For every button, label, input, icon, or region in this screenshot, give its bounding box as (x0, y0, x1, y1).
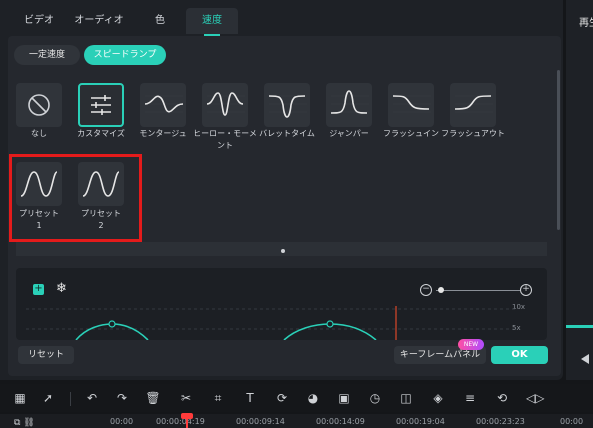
undo-icon[interactable]: ↶ (84, 390, 100, 406)
mask-icon[interactable]: ◈ (430, 390, 446, 406)
track-tools-icon[interactable]: ⧉ ⛓ (14, 418, 35, 428)
zoom-slider-knob[interactable] (438, 287, 444, 293)
redo-icon[interactable]: ↷ (114, 390, 130, 406)
speed-icon[interactable]: ⟲ (494, 390, 510, 406)
preset-bullet-time-label: バレットタイム (259, 129, 315, 138)
select-tool-icon[interactable]: ➚ (40, 390, 56, 406)
crop-icon[interactable]: ⌗ (210, 390, 226, 406)
freeze-frame-icon[interactable]: ❄ (56, 281, 67, 296)
timer-icon[interactable]: ◷ (367, 390, 383, 406)
timecode: 00:00:23:23 (476, 417, 525, 426)
split-icon[interactable]: ✂ (178, 390, 194, 406)
color-palette-icon[interactable]: ◕ (305, 390, 321, 406)
jumper-curve-icon (330, 90, 369, 114)
text-icon[interactable]: T (242, 390, 258, 406)
adjust-icon[interactable]: ≡ (462, 390, 478, 406)
preset-flash-out[interactable] (450, 83, 496, 127)
annotation-highlight-box (9, 154, 142, 242)
preset-montage[interactable] (140, 83, 186, 127)
subtab-constant-speed[interactable]: 一定速度 (14, 45, 80, 65)
timecode: 00:00:09:14 (236, 417, 285, 426)
tab-color[interactable]: 色 (140, 8, 180, 34)
none-icon (28, 94, 50, 116)
delete-icon[interactable]: 🗑 (145, 390, 161, 406)
hero-moment-curve-icon (206, 92, 245, 116)
freeze-icon[interactable]: ◫ (398, 390, 414, 406)
timecode: 00:00 (110, 417, 134, 426)
preset-customize-label: カスタマイズ (77, 129, 125, 138)
preset-hero-moment[interactable] (202, 83, 248, 127)
add-keyframe-icon[interactable]: + (33, 284, 44, 295)
ok-button[interactable]: OK (491, 346, 548, 364)
new-badge: NEW (458, 339, 484, 350)
preset-flash-in-label: フラッシュイン (383, 129, 439, 138)
timecode: 00:00:19:04 (396, 417, 445, 426)
sliders-icon (91, 95, 111, 115)
zoom-in-icon[interactable]: + (520, 284, 532, 296)
preset-none-label: なし (31, 129, 47, 138)
timecode: 00:00:14:09 (316, 417, 365, 426)
preset-jumper-label: ジャンパー (329, 129, 369, 138)
tab-audio[interactable]: オーディオ (70, 8, 128, 34)
zoom-slider-track[interactable] (436, 290, 520, 291)
subtab-speed-ramp[interactable]: スピードランプ (84, 45, 166, 65)
reset-button[interactable]: リセット (18, 346, 74, 364)
presets-scrollbar[interactable] (557, 70, 560, 230)
playhead[interactable] (186, 414, 188, 428)
preset-bullet-time[interactable] (264, 83, 310, 127)
rotate-icon[interactable]: ⟳ (274, 390, 290, 406)
player-panel-title: 再生 (579, 18, 593, 29)
preset-flash-out-label: フラッシュアウト (441, 129, 505, 138)
bullet-time-curve-icon (268, 95, 307, 118)
player-scrubber[interactable] (566, 325, 593, 328)
speed-curve-graph[interactable] (16, 300, 547, 340)
screen-icon[interactable]: ▣ (336, 390, 352, 406)
toolbar-divider (70, 392, 71, 406)
preset-flash-in[interactable] (388, 83, 434, 127)
audio-icon[interactable]: ◁▷ (526, 390, 544, 406)
timecode: 00:00 (560, 417, 584, 426)
tab-video[interactable]: ビデオ (14, 8, 64, 34)
preset-montage-label: モンタージュ (139, 129, 187, 138)
zoom-out-icon[interactable]: − (420, 284, 432, 296)
preset-none[interactable] (16, 83, 62, 127)
timecode: 00:00:04:19 (156, 417, 205, 426)
preset-hero-moment-label: ヒーロー・モーメント (193, 129, 257, 150)
preset-customize[interactable] (78, 83, 124, 127)
tab-speed[interactable]: 速度 (186, 8, 238, 34)
prev-frame-icon[interactable] (581, 354, 589, 364)
montage-curve-icon (144, 95, 183, 113)
layout-grid-icon[interactable]: ▦ (12, 390, 28, 406)
resize-handle-icon[interactable] (281, 249, 285, 253)
preset-jumper[interactable] (326, 83, 372, 127)
player-panel (566, 0, 593, 380)
flash-in-curve-icon (392, 95, 431, 113)
flash-out-curve-icon (454, 95, 493, 113)
